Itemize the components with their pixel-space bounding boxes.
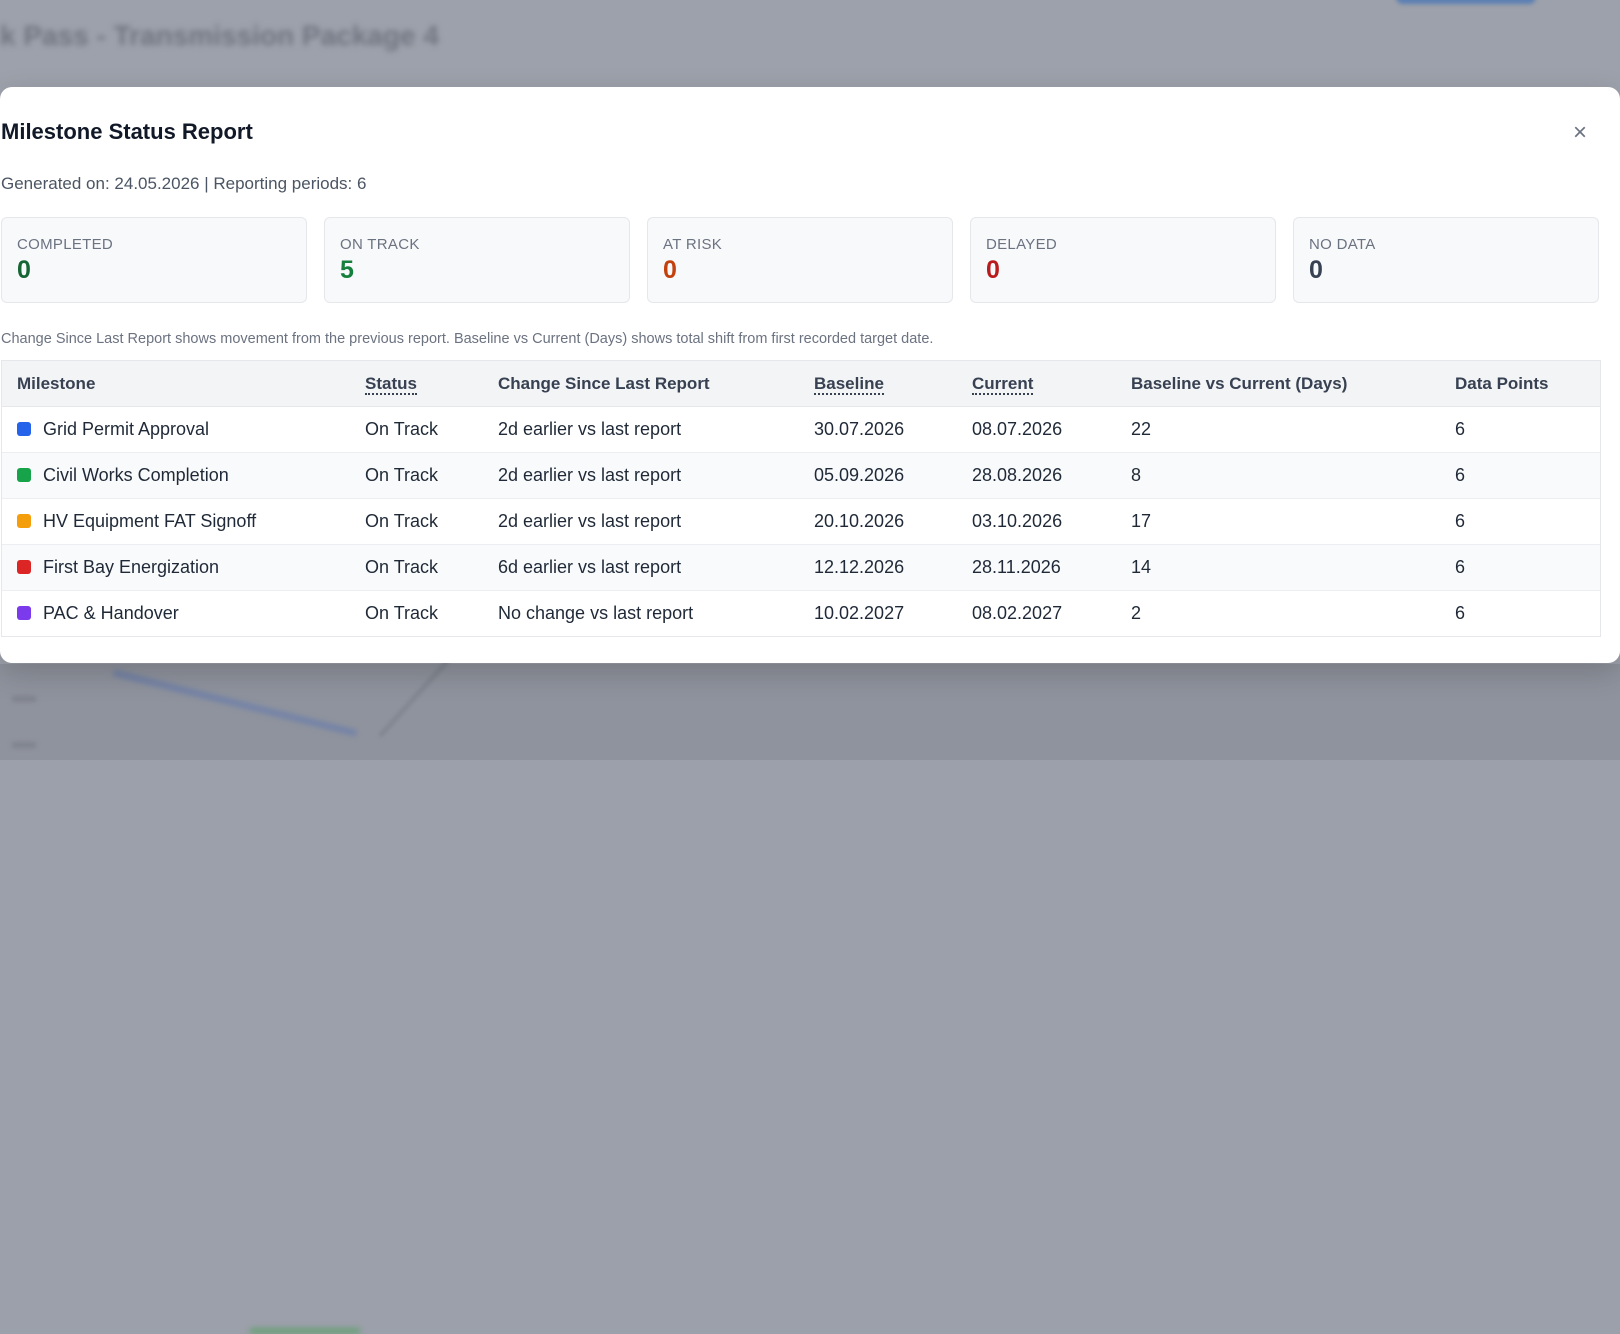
cell-status: On Track	[350, 544, 483, 591]
background-axis-tick	[12, 696, 36, 702]
cell-change: 2d earlier vs last report	[483, 498, 799, 545]
background-action-button	[1396, 0, 1536, 4]
summary-card-value: 0	[17, 256, 31, 284]
summary-card-delayed: DELAYED 0	[970, 217, 1276, 303]
milestone-color-swatch	[17, 468, 31, 482]
column-header-change: Change Since Last Report	[483, 361, 799, 407]
cell-data-points: 6	[1440, 406, 1600, 453]
column-header-label: Change Since Last Report	[498, 373, 710, 393]
cell-milestone: First Bay Energization	[2, 544, 350, 591]
summary-card-label: AT RISK	[663, 236, 723, 253]
background-chart-area	[0, 664, 1620, 1334]
milestone-name: Grid Permit Approval	[43, 419, 210, 439]
milestone-table: Milestone Status Change Since Last Repor…	[1, 360, 1601, 637]
column-header-label: Baseline	[814, 373, 884, 395]
cell-diff: 17	[1116, 498, 1440, 545]
cell-data-points: 6	[1440, 590, 1600, 636]
milestone-name: HV Equipment FAT Signoff	[43, 511, 257, 531]
summary-card-value: 0	[663, 256, 677, 284]
cell-change: No change vs last report	[483, 590, 799, 636]
cell-status: On Track	[350, 590, 483, 636]
table-row: Civil Works Completion On Track 2d earli…	[2, 452, 1600, 499]
milestone-color-swatch	[17, 514, 31, 528]
table-row: First Bay Energization On Track 6d earli…	[2, 544, 1600, 591]
summary-card-value: 0	[986, 256, 1000, 284]
summary-card-label: NO DATA	[1309, 236, 1376, 253]
cell-change: 2d earlier vs last report	[483, 452, 799, 499]
column-header-label: Data Points	[1455, 373, 1549, 393]
cell-current: 08.07.2026	[957, 406, 1116, 453]
cell-baseline: 12.12.2026	[799, 544, 957, 591]
milestone-color-swatch	[17, 560, 31, 574]
cell-change: 2d earlier vs last report	[483, 406, 799, 453]
milestone-name: First Bay Energization	[43, 557, 220, 577]
column-header-data-points: Data Points	[1440, 361, 1600, 407]
column-header-label: Current	[972, 373, 1034, 395]
table-row: HV Equipment FAT Signoff On Track 2d ear…	[2, 498, 1600, 545]
summary-card-label: DELAYED	[986, 236, 1058, 253]
milestone-color-swatch	[17, 606, 31, 620]
cell-diff: 14	[1116, 544, 1440, 591]
milestone-report-modal: Milestone Status Report × Generated on: …	[0, 87, 1620, 663]
milestone-name: PAC & Handover	[43, 603, 179, 623]
cell-baseline: 05.09.2026	[799, 452, 957, 499]
cell-data-points: 6	[1440, 544, 1600, 591]
cell-status: On Track	[350, 406, 483, 453]
background-axis-tick	[12, 742, 36, 748]
cell-data-points: 6	[1440, 498, 1600, 545]
report-meta: Generated on: 24.05.2026 | Reporting per…	[1, 174, 367, 193]
milestone-name: Civil Works Completion	[43, 465, 229, 485]
cell-diff: 8	[1116, 452, 1440, 499]
cell-milestone: Grid Permit Approval	[2, 406, 350, 453]
summary-card-at-risk: AT RISK 0	[647, 217, 953, 303]
background-header: k Pass - Transmission Package 4	[0, 0, 1620, 86]
column-header-milestone: Milestone	[2, 361, 350, 407]
cell-milestone: HV Equipment FAT Signoff	[2, 498, 350, 545]
modal-title: Milestone Status Report	[1, 119, 253, 144]
column-header-label: Milestone	[17, 373, 96, 393]
summary-card-no-data: NO DATA 0	[1293, 217, 1599, 303]
cell-status: On Track	[350, 452, 483, 499]
cell-current: 08.02.2027	[957, 590, 1116, 636]
cell-current: 28.08.2026	[957, 452, 1116, 499]
column-header-baseline-vs-current: Baseline vs Current (Days)	[1116, 361, 1440, 407]
table-row: PAC & Handover On Track No change vs las…	[2, 590, 1600, 636]
summary-cards: COMPLETED 0 ON TRACK 5 AT RISK 0 DELAYED…	[1, 217, 1601, 305]
summary-card-label: ON TRACK	[340, 236, 420, 253]
summary-card-completed: COMPLETED 0	[1, 217, 307, 303]
column-header-label: Baseline vs Current (Days)	[1131, 373, 1348, 393]
column-header-status[interactable]: Status	[350, 361, 483, 407]
milestone-color-swatch	[17, 422, 31, 436]
summary-card-label: COMPLETED	[17, 236, 114, 253]
cell-milestone: PAC & Handover	[2, 590, 350, 636]
summary-card-value: 5	[340, 256, 354, 284]
close-icon[interactable]: ×	[1566, 119, 1594, 147]
summary-card-value: 0	[1309, 256, 1323, 284]
cell-milestone: Civil Works Completion	[2, 452, 350, 499]
column-header-current[interactable]: Current	[957, 361, 1116, 407]
cell-current: 03.10.2026	[957, 498, 1116, 545]
cell-baseline: 30.07.2026	[799, 406, 957, 453]
table-row: Grid Permit Approval On Track 2d earlier…	[2, 406, 1600, 453]
cell-change: 6d earlier vs last report	[483, 544, 799, 591]
summary-card-on-track: ON TRACK 5	[324, 217, 630, 303]
background-page-title: k Pass - Transmission Package 4	[0, 20, 439, 51]
column-header-label: Status	[365, 373, 417, 395]
table-header-row: Milestone Status Change Since Last Repor…	[2, 361, 1600, 407]
cell-data-points: 6	[1440, 452, 1600, 499]
background-chart-line-green	[250, 1328, 360, 1334]
cell-baseline: 10.02.2027	[799, 590, 957, 636]
cell-baseline: 20.10.2026	[799, 498, 957, 545]
cell-current: 28.11.2026	[957, 544, 1116, 591]
column-header-baseline[interactable]: Baseline	[799, 361, 957, 407]
cell-diff: 22	[1116, 406, 1440, 453]
cell-status: On Track	[350, 498, 483, 545]
table-note: Change Since Last Report shows movement …	[1, 331, 934, 347]
cell-diff: 2	[1116, 590, 1440, 636]
